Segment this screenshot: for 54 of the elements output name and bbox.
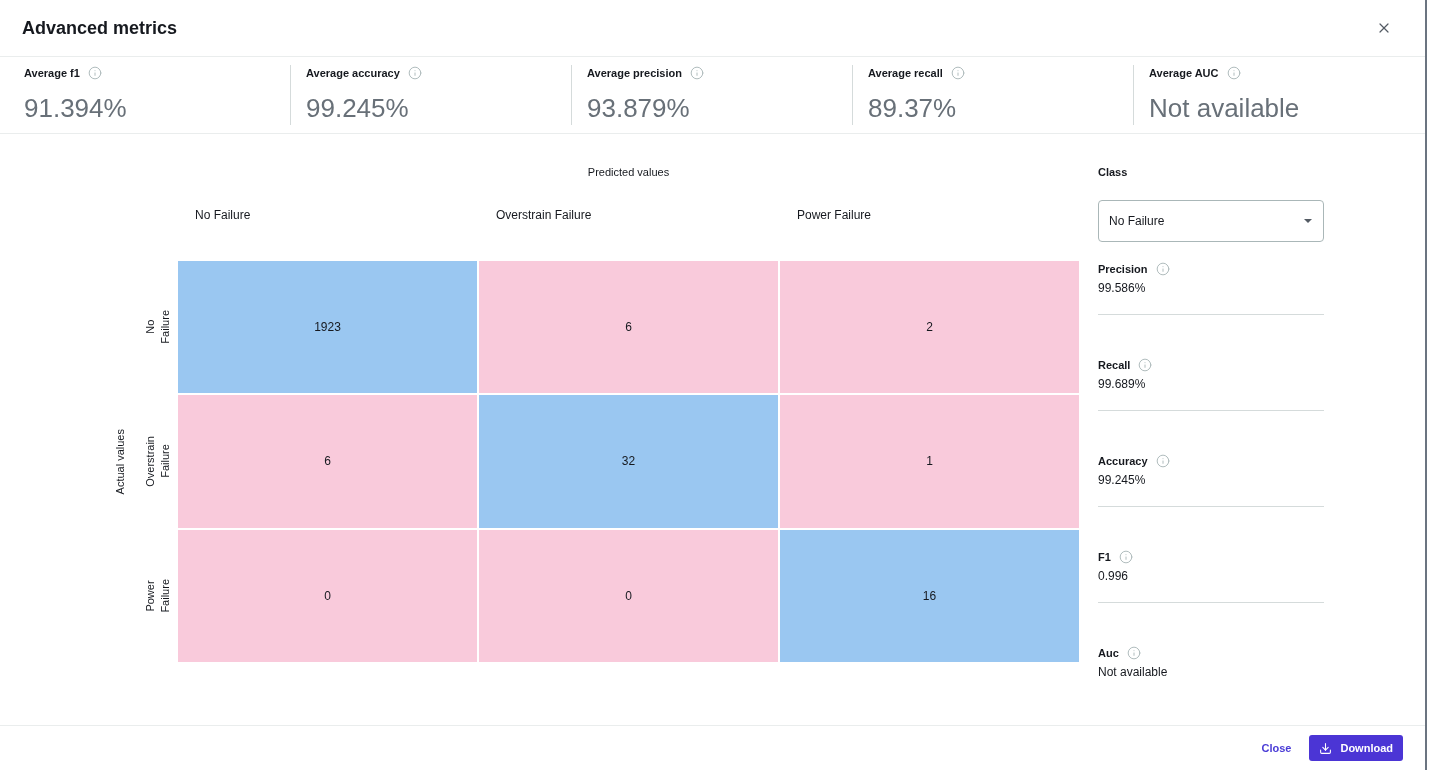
metric-label: Precision [1098, 262, 1148, 277]
column-header: Power Failure [797, 207, 872, 223]
class-label: Class [1098, 166, 1128, 179]
matrix-cell: 2 [780, 261, 1079, 394]
info-icon[interactable] [1155, 454, 1170, 468]
metric-value: 99.245% [1098, 472, 1146, 489]
info-icon[interactable] [1226, 66, 1241, 80]
metric-value: 93.879% [587, 92, 690, 124]
metric-value: 91.394% [24, 92, 127, 124]
info-icon[interactable] [1138, 358, 1153, 372]
caret-icon [1304, 219, 1312, 223]
metric-value: 99.245% [306, 92, 409, 124]
metric-value: Not available [1149, 92, 1300, 124]
metric-label: Average recall [868, 66, 943, 81]
download-button[interactable]: Download [1309, 735, 1403, 761]
metric-label: Average f1 [24, 66, 80, 81]
metric-value: 99.689% [1098, 376, 1146, 393]
column-header: No Failure [195, 207, 251, 223]
info-icon[interactable] [1118, 550, 1133, 564]
row-header: No Failure [143, 310, 172, 344]
matrix-cell: 0 [479, 529, 778, 662]
close-link[interactable]: Close [1261, 741, 1292, 755]
info-icon[interactable] [87, 66, 102, 80]
metric-label: Average precision [587, 66, 682, 81]
matrix-cell: 6 [178, 395, 477, 528]
info-icon[interactable] [689, 66, 704, 80]
column-header: Overstrain Failure [496, 207, 592, 223]
metric-value: 0.996 [1098, 568, 1129, 585]
metric-value: 89.37% [868, 92, 957, 124]
dialog-title: Advanced metrics [22, 17, 178, 39]
matrix-cell: 32 [479, 395, 778, 528]
axis-title: Predicted values [587, 166, 670, 179]
info-icon[interactable] [407, 66, 422, 80]
metric-label: Average accuracy [306, 66, 400, 81]
info-icon[interactable] [1155, 262, 1170, 276]
class-select[interactable]: No Failure [1098, 200, 1324, 242]
info-icon[interactable] [1126, 646, 1141, 660]
metric-value: 99.586% [1098, 280, 1146, 297]
row-header: Power Failure [143, 579, 172, 613]
metric-label: Average AUC [1149, 66, 1219, 81]
matrix-cell: 0 [178, 529, 477, 662]
matrix-cell: 16 [780, 529, 1079, 662]
axis-title: Actual values [113, 428, 127, 495]
metric-label: Accuracy [1098, 454, 1148, 469]
metric-value: Not available [1098, 664, 1168, 681]
matrix-cell: 1 [780, 395, 1079, 528]
matrix-cell: 1923 [178, 261, 477, 394]
row-header: Overstrain Failure [143, 436, 172, 487]
info-icon[interactable] [950, 66, 965, 80]
matrix-cell: 6 [479, 261, 778, 394]
download-icon [1319, 741, 1333, 755]
metric-label: Auc [1098, 646, 1119, 661]
metric-label: Recall [1098, 358, 1131, 373]
metric-label: F1 [1098, 550, 1111, 565]
